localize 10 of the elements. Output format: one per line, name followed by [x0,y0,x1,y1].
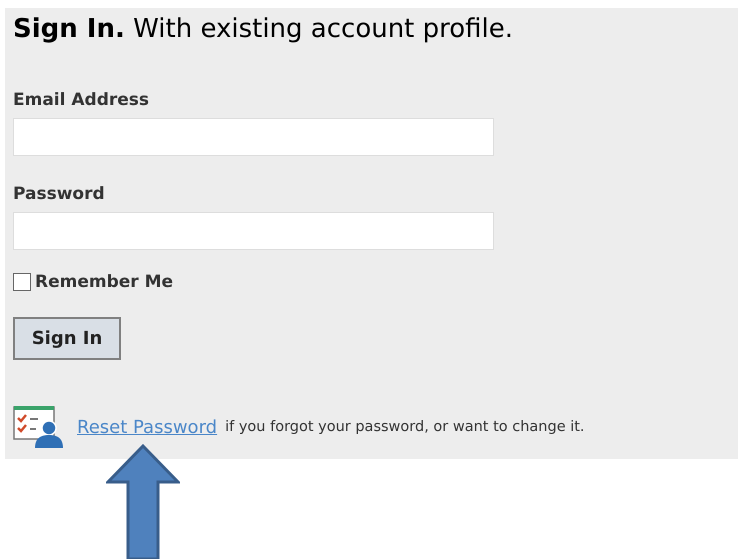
field-label: Password [13,184,105,204]
reset-hint: if you forgot your password, or want to change it. [225,419,585,435]
input-field[interactable] [13,212,494,250]
remember-label: Remember Me [35,272,174,292]
field-label: Email Address [13,90,150,110]
user-checklist-icon [13,406,63,448]
sign-in-heading: Sign In. With existing account profile. [13,13,514,46]
sign-in-button[interactable]: Sign In [13,317,121,360]
remember-checkbox[interactable] [13,273,31,291]
input-field[interactable] [13,118,494,156]
